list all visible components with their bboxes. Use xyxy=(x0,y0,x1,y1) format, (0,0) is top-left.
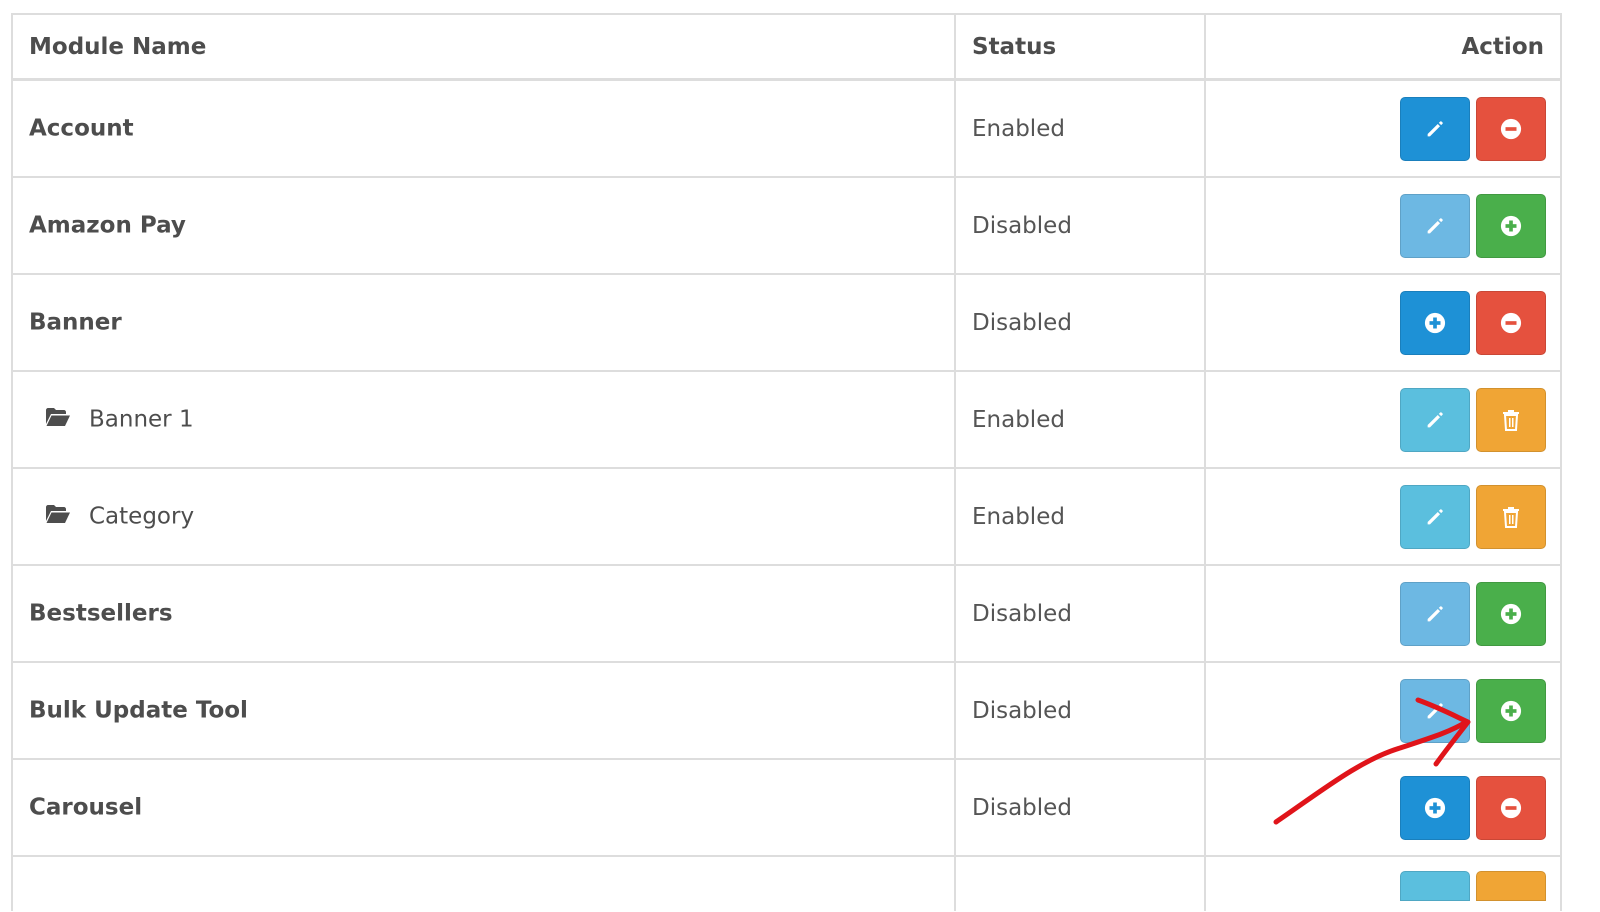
module-status: Disabled xyxy=(954,564,1206,663)
delete-button[interactable] xyxy=(1476,484,1546,549)
module-name: Banner 1 xyxy=(89,406,194,433)
table-header-row: Module Name Status Action xyxy=(11,13,1562,81)
table-row: Banner 1 Enabled xyxy=(11,370,1562,469)
module-status: Disabled xyxy=(954,758,1206,857)
module-status xyxy=(954,855,1206,911)
action-cell xyxy=(1204,467,1562,566)
action-cell xyxy=(1204,758,1562,857)
folder-open-icon xyxy=(45,504,71,530)
module-name: Banner xyxy=(29,309,122,336)
install-button[interactable] xyxy=(1476,581,1546,646)
module-name: Bulk Update Tool xyxy=(29,697,248,724)
module-status: Disabled xyxy=(954,176,1206,275)
add-button[interactable] xyxy=(1400,775,1470,840)
edit-button[interactable] xyxy=(1400,193,1470,258)
table-row: Category Enabled xyxy=(11,467,1562,566)
module-name-cell: Carousel xyxy=(11,758,956,857)
edit-button[interactable] xyxy=(1400,678,1470,743)
module-name: Account xyxy=(29,115,134,142)
action-cell xyxy=(1204,661,1562,760)
uninstall-button[interactable] xyxy=(1476,290,1546,355)
table-row: Bulk Update Tool Disabled xyxy=(11,661,1562,760)
edit-button[interactable] xyxy=(1400,96,1470,161)
module-name-cell: Banner xyxy=(11,273,956,372)
modules-table: Module Name Status Action Account Enabled… xyxy=(11,13,1562,911)
install-button[interactable] xyxy=(1476,193,1546,258)
table-row: Banner Disabled xyxy=(11,273,1562,372)
table-row: Amazon Pay Disabled xyxy=(11,176,1562,275)
table-row: Bestsellers Disabled xyxy=(11,564,1562,663)
action-cell xyxy=(1204,855,1562,911)
uninstall-button[interactable] xyxy=(1476,775,1546,840)
action-cell xyxy=(1204,370,1562,469)
uninstall-button[interactable] xyxy=(1476,96,1546,161)
table-row: Account Enabled xyxy=(11,78,1562,178)
action-cell xyxy=(1204,564,1562,663)
action-cell xyxy=(1204,273,1562,372)
module-name-cell: Banner 1 xyxy=(11,370,956,469)
modules-table-container: Module Name Status Action Account Enabled… xyxy=(11,13,1562,911)
module-status: Disabled xyxy=(954,661,1206,760)
module-name-cell: Account xyxy=(11,78,956,178)
install-button[interactable] xyxy=(1476,678,1546,743)
action-cell xyxy=(1204,78,1562,178)
edit-button[interactable] xyxy=(1400,387,1470,452)
module-status: Enabled xyxy=(954,370,1206,469)
table-body: Account Enabled Amazon Pay Disabled Banner Di… xyxy=(11,78,1562,911)
table-row-partial xyxy=(11,855,1562,911)
module-name: Category xyxy=(89,503,195,530)
module-status: Disabled xyxy=(954,273,1206,372)
folder-open-icon xyxy=(45,407,71,433)
column-header-action: Action xyxy=(1204,13,1562,81)
action-cell xyxy=(1204,176,1562,275)
module-name: Amazon Pay xyxy=(29,212,186,239)
delete-button[interactable] xyxy=(1476,387,1546,452)
module-status: Enabled xyxy=(954,467,1206,566)
module-status: Enabled xyxy=(954,78,1206,178)
module-name: Bestsellers xyxy=(29,600,173,627)
add-button[interactable] xyxy=(1400,290,1470,355)
module-name-cell: Category xyxy=(11,467,956,566)
module-name-cell xyxy=(11,855,956,911)
edit-button[interactable] xyxy=(1400,871,1470,901)
edit-button[interactable] xyxy=(1400,484,1470,549)
module-name: Carousel xyxy=(29,794,143,821)
module-name-cell: Amazon Pay xyxy=(11,176,956,275)
table-row: Carousel Disabled xyxy=(11,758,1562,857)
column-header-module-name[interactable]: Module Name xyxy=(11,13,956,81)
module-name-cell: Bulk Update Tool xyxy=(11,661,956,760)
delete-button[interactable] xyxy=(1476,871,1546,901)
column-header-status[interactable]: Status xyxy=(954,13,1206,81)
edit-button[interactable] xyxy=(1400,581,1470,646)
module-name-cell: Bestsellers xyxy=(11,564,956,663)
